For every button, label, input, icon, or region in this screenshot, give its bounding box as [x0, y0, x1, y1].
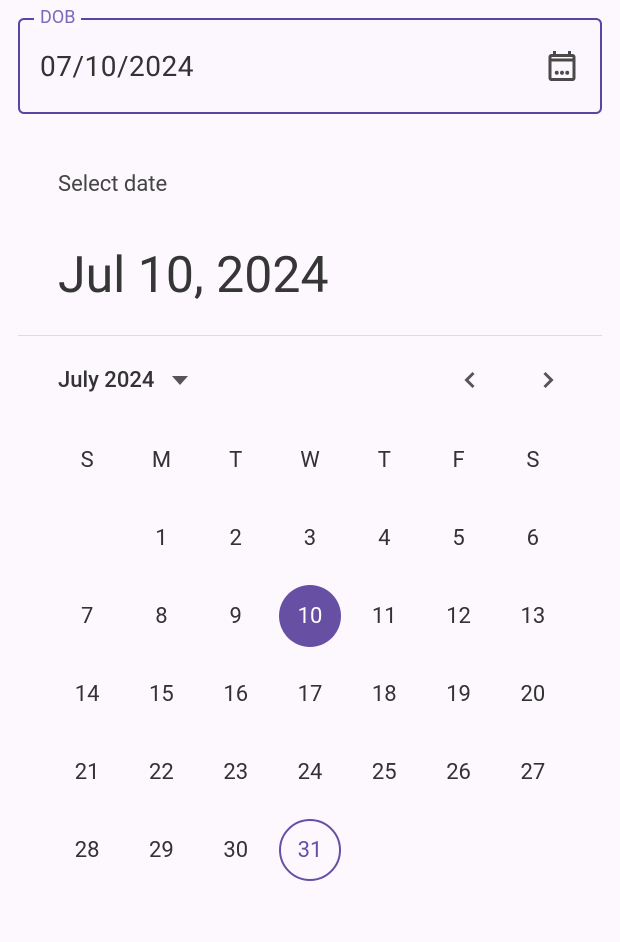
day-cell[interactable]: 24 — [273, 741, 347, 803]
weekday-label: F — [421, 434, 495, 487]
weekday-label: T — [347, 434, 421, 487]
day-cell[interactable]: 30 — [199, 819, 273, 881]
day-cell[interactable]: 4 — [347, 507, 421, 569]
weekday-label: T — [199, 434, 273, 487]
weekday-label: S — [496, 434, 570, 487]
dob-value: 07/10/2024 — [40, 50, 544, 83]
day-cell[interactable]: 7 — [50, 585, 124, 647]
day-cell[interactable]: 22 — [124, 741, 198, 803]
calendar-icon[interactable] — [544, 48, 580, 84]
next-month-button[interactable] — [534, 366, 562, 394]
day-cell[interactable]: 3 — [273, 507, 347, 569]
dob-label: DOB — [34, 7, 81, 28]
calendar-grid: SMTWTFS 12345678910111213141516171819202… — [18, 414, 602, 881]
day-cell[interactable]: 29 — [124, 819, 198, 881]
day-cell[interactable]: 23 — [199, 741, 273, 803]
day-cell[interactable]: 31 — [273, 819, 347, 881]
day-cell[interactable]: 11 — [347, 585, 421, 647]
day-cell[interactable]: 20 — [496, 663, 570, 725]
day-cell[interactable]: 18 — [347, 663, 421, 725]
month-year-label: July 2024 — [58, 368, 154, 393]
selected-date-display: Jul 10, 2024 — [18, 217, 602, 335]
day-cell[interactable]: 17 — [273, 663, 347, 725]
weekday-label: S — [50, 434, 124, 487]
month-navigation: July 2024 — [18, 336, 602, 414]
day-cell[interactable]: 15 — [124, 663, 198, 725]
day-cell[interactable]: 19 — [421, 663, 495, 725]
day-cell[interactable]: 9 — [199, 585, 273, 647]
dob-input-field[interactable]: DOB 07/10/2024 — [18, 18, 602, 114]
days-grid: 1234567891011121314151617181920212223242… — [50, 507, 570, 881]
day-cell[interactable]: 5 — [421, 507, 495, 569]
weekday-header: SMTWTFS — [50, 434, 570, 487]
date-picker-panel: Select date Jul 10, 2024 July 2024 — [0, 132, 620, 881]
day-cell[interactable]: 1 — [124, 507, 198, 569]
weekday-label: M — [124, 434, 198, 487]
day-cell[interactable]: 25 — [347, 741, 421, 803]
day-cell-empty — [50, 507, 124, 569]
day-cell[interactable]: 10 — [273, 585, 347, 647]
day-cell[interactable]: 21 — [50, 741, 124, 803]
day-cell[interactable]: 8 — [124, 585, 198, 647]
weekday-label: W — [273, 434, 347, 487]
day-cell[interactable]: 26 — [421, 741, 495, 803]
select-date-heading: Select date — [18, 132, 602, 217]
day-cell[interactable]: 16 — [199, 663, 273, 725]
day-cell[interactable]: 28 — [50, 819, 124, 881]
month-year-selector[interactable]: July 2024 — [58, 368, 188, 393]
day-cell[interactable]: 6 — [496, 507, 570, 569]
day-cell[interactable]: 14 — [50, 663, 124, 725]
day-cell[interactable]: 12 — [421, 585, 495, 647]
chevron-down-icon — [172, 376, 188, 385]
day-cell[interactable]: 27 — [496, 741, 570, 803]
day-cell[interactable]: 13 — [496, 585, 570, 647]
prev-month-button[interactable] — [456, 366, 484, 394]
day-cell[interactable]: 2 — [199, 507, 273, 569]
